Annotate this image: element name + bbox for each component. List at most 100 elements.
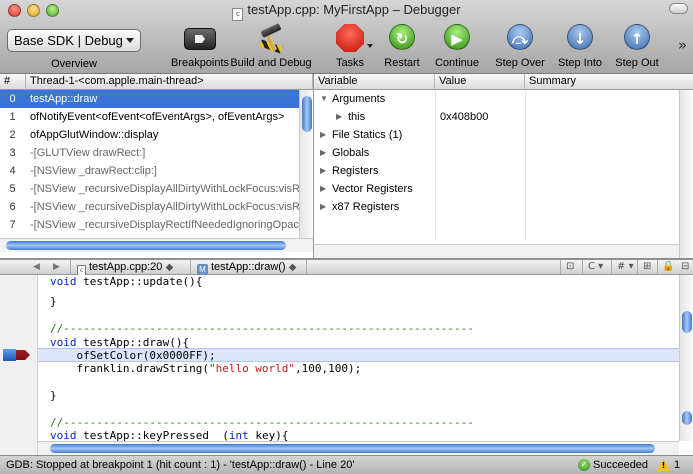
toolbar-toggle-button[interactable] [669,3,688,14]
disclosure-collapsed-icon[interactable]: ▶ [320,126,326,144]
counterpart-button[interactable]: ⊞ [643,260,651,274]
back-button[interactable]: ◀ [33,260,40,274]
restart-icon: ↻ [389,24,415,50]
variables-list: ▼ Arguments ▶ this 0x408b00 ▶ File Statics (1)… [314,90,693,240]
split-editor-button[interactable]: ⊟ [681,260,689,274]
continue-icon: ▶ [444,24,470,50]
sdk-config-popup[interactable]: Base SDK | Debug [7,29,141,52]
stop-octagon-icon [336,24,364,52]
code-line[interactable]: //--------------------------------------… [50,416,474,429]
step-out-button[interactable]: ↑ Step Out [615,24,659,69]
variable-row[interactable]: ▶ Globals [314,144,693,162]
stack-frame-row[interactable]: 2 ofAppGlutWindow::display [0,126,313,144]
frame-number: 2 [9,129,16,141]
editor-gutter[interactable] [0,275,38,455]
breakpoints-button[interactable]: Breakpoints [171,24,229,69]
variables-horizontal-scrollbar[interactable] [314,244,679,258]
variable-row[interactable]: ▶ Registers [314,162,693,180]
stack-frame-row[interactable]: 5 -[NSView _recursiveDisplayAllDirtyWithL… [0,180,313,198]
frames-hscroll-thumb[interactable] [6,241,286,250]
hammer-icon [257,23,285,54]
frame-function-name: -[NSView _recursiveDisplayRectIfNeededIg… [30,219,313,231]
classes-popup[interactable]: C ▾ [588,260,603,274]
step-into-button[interactable]: ↓ Step Into [558,24,602,69]
frame-number: 1 [9,111,16,123]
editor-vscroll-thumb[interactable] [682,311,692,333]
toolbar-overflow-button[interactable]: » [678,36,687,54]
thread-popup[interactable]: Thread-1-<com.apple.main-thread> [26,74,313,90]
stack-frame-row[interactable]: 6 -[NSView _recursiveDisplayAllDirtyWithL… [0,198,313,216]
editor-hscroll-thumb[interactable] [50,444,655,453]
frame-number: 6 [9,201,16,213]
lock-icon[interactable]: 🔒 [662,260,674,274]
frames-scroll-thumb[interactable] [302,96,312,132]
frame-function-name: -[NSView _recursiveDisplayAllDirtyWithLo… [30,183,313,195]
variable-row[interactable]: ▶ Vector Registers [314,180,693,198]
tasks-button[interactable]: Tasks [335,24,373,69]
code-line[interactable]: void testApp::draw(){ [50,336,189,349]
step-out-icon: ↑ [624,24,650,50]
frames-vertical-scrollbar[interactable] [299,90,313,238]
variable-column-header[interactable]: Variable [314,74,435,90]
method-popup[interactable]: MtestApp::draw() ◆ [197,260,296,275]
source-code[interactable]: void testApp::update(){}//--------------… [38,275,679,455]
build-result-label: Succeeded [593,459,649,471]
code-line[interactable]: franklin.drawString("hello world",100,10… [50,362,361,375]
step-over-button[interactable]: ⤼ Step Over [495,24,545,69]
frames-horizontal-scrollbar[interactable] [0,238,313,252]
disclosure-collapsed-icon[interactable]: ▶ [336,108,342,126]
stack-frame-row[interactable]: 1 ofNotifyEvent<ofEvent<ofEventArgs>, ofE… [0,108,313,126]
summary-column-header[interactable]: Summary [525,74,693,90]
restart-button[interactable]: ↻ Restart [384,24,420,69]
editor-horizontal-scrollbar[interactable] [38,441,679,455]
stack-frame-row[interactable]: 3 -[GLUTView drawRect:] [0,144,313,162]
variable-row[interactable]: ▶ x87 Registers [314,198,693,216]
value-column-header[interactable]: Value [435,74,525,90]
variables-vertical-scrollbar[interactable] [679,90,693,258]
frame-function-name: ofAppGlutWindow::display [30,129,159,141]
document-icon: c [232,8,244,21]
disclosure-collapsed-icon[interactable]: ▶ [320,198,326,216]
stack-frame-row[interactable]: 4 -[NSView _drawRect:clip:] [0,162,313,180]
variable-name: Globals [332,147,370,159]
disclosure-collapsed-icon[interactable]: ▶ [320,144,326,162]
code-line[interactable]: ofSetColor(0x0000FF); [50,349,215,362]
popup-arrow-icon [126,38,134,43]
code-line[interactable]: } [50,295,57,308]
variable-value[interactable]: 0x408b00 [440,108,488,126]
frame-number: 5 [9,183,16,195]
disclosure-collapsed-icon[interactable]: ▶ [320,180,326,198]
warning-count[interactable]: 1 [674,456,680,474]
title-toolbar: c testApp.cpp: MyFirstApp – Debugger Base… [0,0,693,74]
tasks-menu-arrow-icon [367,44,373,48]
editor-vertical-scrollbar[interactable] [679,275,693,441]
warning-icon[interactable]: ! [657,459,670,471]
includes-popup[interactable]: # ▾ [617,260,634,274]
file-popup[interactable]: c testApp.cpp:20 ◆ [77,260,173,276]
source-editor[interactable]: void testApp::update(){}//--------------… [0,275,693,455]
forward-button[interactable]: ▶ [53,260,60,274]
build-and-debug-button[interactable]: Build and Debug [230,23,312,69]
continue-button[interactable]: ▶ Continue [435,24,479,69]
code-line[interactable]: } [50,389,57,402]
sdk-config-label: Base SDK | Debug [14,33,123,48]
frame-number: 0 [9,93,16,105]
code-line[interactable]: //--------------------------------------… [50,322,474,335]
frame-number: 3 [9,147,16,159]
code-line[interactable]: void testApp::update(){ [50,275,202,288]
variable-row[interactable]: ▼ Arguments [314,90,693,108]
frame-function-name: testApp::draw [30,93,98,105]
variable-row[interactable]: ▶ File Statics (1) [314,126,693,144]
disclosure-collapsed-icon[interactable]: ▶ [320,162,326,180]
debugger-top-pane: # Thread-1-<com.apple.main-thread> Varia… [0,74,693,258]
bookmarks-icon[interactable]: ⊡ [566,260,574,274]
variable-row[interactable]: ▶ this 0x408b00 [314,108,693,126]
stack-frame-row[interactable]: 0 testApp::draw [0,90,313,108]
editor-vscroll-marker[interactable] [682,411,692,425]
disclosure-expanded-icon[interactable]: ▼ [320,90,328,108]
frame-number-header[interactable]: # [0,74,26,90]
variable-name: this [348,111,366,123]
frame-number: 4 [9,165,16,177]
stack-frame-row[interactable]: 7 -[NSView _recursiveDisplayRectIfNeededI… [0,216,313,234]
variable-name: Registers [332,165,379,177]
